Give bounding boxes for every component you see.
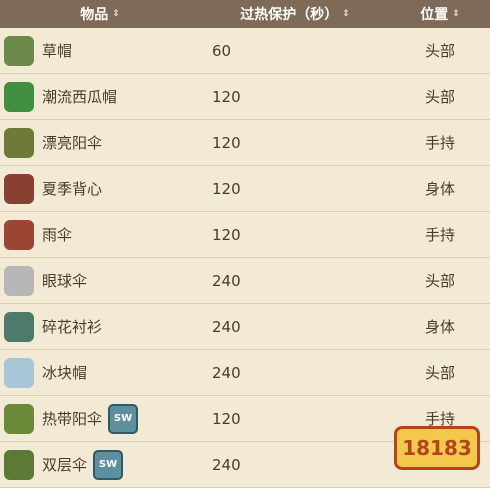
sort-icon: ⇕ bbox=[112, 8, 120, 19]
shipwrecked-badge-icon: SW bbox=[93, 449, 124, 480]
equip-slot: 头部 bbox=[424, 88, 455, 106]
item-name: 潮流西瓜帽 bbox=[42, 88, 118, 106]
item-table: 物品 ⇕ 过热保护（秒） ⇕ 位置 ⇕ 草帽 60 头部 潮流西瓜帽 120 头部 漂亮阳伞… bbox=[0, 0, 490, 488]
table-row: 眼球伞 240 头部 bbox=[0, 258, 490, 304]
eyebrella-icon bbox=[4, 265, 34, 296]
col-time-header[interactable]: 过热保护（秒） ⇕ bbox=[200, 4, 390, 24]
overheat-seconds: 240 bbox=[212, 317, 241, 336]
site-logo: 18183 bbox=[394, 426, 480, 470]
item-name: 草帽 bbox=[42, 42, 73, 60]
equip-slot: 身体 bbox=[424, 180, 455, 198]
equip-slot: 身体 bbox=[424, 318, 455, 336]
overheat-seconds: 120 bbox=[212, 133, 241, 152]
sort-icon: ⇕ bbox=[452, 8, 460, 19]
table-row: 雨伞 120 手持 bbox=[0, 212, 490, 258]
overheat-seconds: 120 bbox=[212, 225, 241, 244]
item-cell: 眼球伞 bbox=[0, 265, 200, 296]
col-item-header[interactable]: 物品 ⇕ bbox=[0, 4, 200, 24]
item-name: 雨伞 bbox=[42, 226, 73, 244]
double-umbrella-icon bbox=[4, 449, 34, 480]
item-name: 双层伞 bbox=[42, 456, 88, 474]
item-name: 夏季背心 bbox=[42, 180, 103, 198]
item-cell: 热带阳伞 SW bbox=[0, 403, 200, 434]
table-row: 草帽 60 头部 bbox=[0, 28, 490, 74]
item-cell: 雨伞 bbox=[0, 219, 200, 250]
equip-slot: 头部 bbox=[424, 364, 455, 382]
item-cell: 夏季背心 bbox=[0, 173, 200, 204]
item-name: 碎花衬衫 bbox=[42, 318, 103, 336]
item-cell: 碎花衬衫 bbox=[0, 311, 200, 342]
summer-vest-icon bbox=[4, 173, 34, 204]
overheat-seconds: 120 bbox=[212, 87, 241, 106]
item-name: 眼球伞 bbox=[42, 272, 88, 290]
shipwrecked-badge-icon: SW bbox=[108, 403, 139, 434]
item-name: 冰块帽 bbox=[42, 364, 88, 382]
col-slot-header[interactable]: 位置 ⇕ bbox=[390, 4, 490, 24]
pretty-parasol-icon bbox=[4, 127, 34, 158]
table-row: 夏季背心 120 身体 bbox=[0, 166, 490, 212]
table-body: 草帽 60 头部 潮流西瓜帽 120 头部 漂亮阳伞 120 手持 夏季背心 120 身体 雨伞 120 手… bbox=[0, 28, 490, 488]
table-row: 碎花衬衫 240 身体 bbox=[0, 304, 490, 350]
table-row: 潮流西瓜帽 120 头部 bbox=[0, 74, 490, 120]
item-name: 热带阳伞 bbox=[42, 410, 103, 428]
equip-slot: 手持 bbox=[424, 226, 455, 244]
overheat-seconds: 120 bbox=[212, 179, 241, 198]
umbrella-icon bbox=[4, 219, 34, 250]
item-cell: 漂亮阳伞 bbox=[0, 127, 200, 158]
item-cell: 冰块帽 bbox=[0, 357, 200, 388]
table-row: 冰块帽 240 头部 bbox=[0, 350, 490, 396]
straw-hat-icon bbox=[4, 35, 34, 66]
sort-icon: ⇕ bbox=[342, 8, 350, 19]
ice-cube-hat-icon bbox=[4, 357, 34, 388]
equip-slot: 头部 bbox=[424, 42, 455, 60]
item-cell: 潮流西瓜帽 bbox=[0, 81, 200, 112]
overheat-seconds: 240 bbox=[212, 271, 241, 290]
floral-shirt-icon bbox=[4, 311, 34, 342]
item-cell: 草帽 bbox=[0, 35, 200, 66]
equip-slot: 手持 bbox=[424, 134, 455, 152]
item-cell: 双层伞 SW bbox=[0, 449, 200, 480]
watermelon-hat-icon bbox=[4, 81, 34, 112]
item-name: 漂亮阳伞 bbox=[42, 134, 103, 152]
overheat-seconds: 240 bbox=[212, 455, 241, 474]
overheat-seconds: 60 bbox=[212, 41, 232, 60]
equip-slot: 头部 bbox=[424, 272, 455, 290]
table-header: 物品 ⇕ 过热保护（秒） ⇕ 位置 ⇕ bbox=[0, 0, 490, 28]
tropical-parasol-icon bbox=[4, 403, 34, 434]
table-row: 漂亮阳伞 120 手持 bbox=[0, 120, 490, 166]
overheat-seconds: 240 bbox=[212, 363, 241, 382]
overheat-seconds: 120 bbox=[212, 409, 241, 428]
